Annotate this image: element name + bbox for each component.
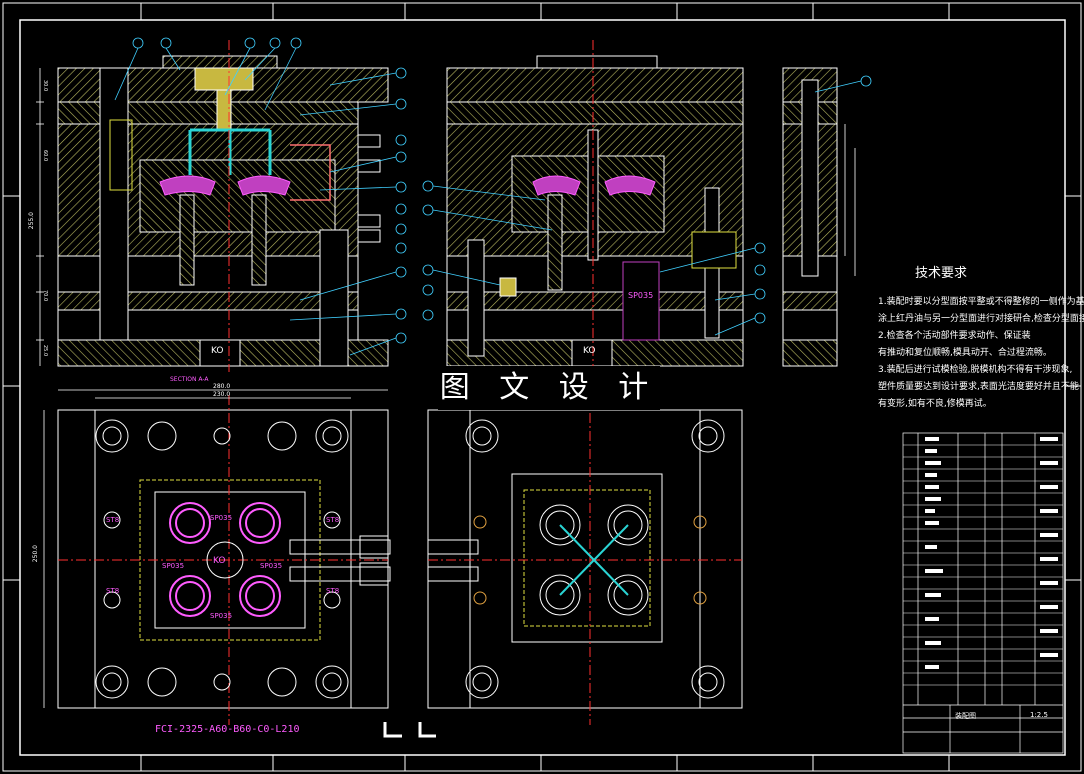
stack-dim-4: 25.0 (42, 345, 48, 357)
watermark: 图 文 设 计 (438, 366, 660, 410)
dim-top-width-1: 280.0 (213, 383, 231, 390)
stack-dim-3: 70.0 (42, 290, 48, 302)
sp-label-plan-2: SP035 (162, 562, 185, 570)
st-label-3: ST8 (106, 587, 120, 595)
st-label-2: ST8 (326, 516, 340, 524)
ko-label-plan: KO (213, 556, 226, 566)
sp-label-plan-3: SP035 (260, 562, 283, 570)
stack-dim-1: 30.0 (42, 80, 48, 92)
tech-line-5: 3.装配后进行试模检验,脱模机构不得有干涉现象, (878, 365, 1073, 375)
dim-left-height: 250.0 (32, 545, 39, 563)
front-section-view (36, 40, 389, 372)
sp-label-side: SP035 (628, 291, 654, 300)
side-section-view (446, 40, 744, 372)
tech-line-4: 有推动和复位顺畅,模具动开、合过程流畅。 (878, 348, 1052, 358)
sp-label-plan-4: SP035 (210, 612, 233, 620)
mold-base-code: FCI-2325-A60-B60-C0-L210 (155, 724, 300, 735)
st-label-1: ST8 (106, 516, 120, 524)
title-block-drawing-title: 装配图 (955, 712, 976, 720)
ko-label-side: KO (583, 346, 596, 356)
dim-side-height: 255.0 (28, 212, 35, 230)
tech-line-6: 塑件质量要达到设计要求,表面光洁度要好并且不能 (878, 382, 1079, 392)
st-label-4: ST8 (326, 587, 340, 595)
tech-line-7: 有变形,如有不良,修模再试。 (878, 399, 992, 409)
tech-line-1: 1.装配时要以分型面按平整或不得整修的一侧作为基准, (878, 297, 1084, 307)
right-section-view (782, 67, 856, 367)
section-label: SECTION A-A (170, 376, 209, 383)
stack-dim-2: 60.0 (42, 150, 48, 162)
sp-label-plan-1: SP035 (210, 514, 233, 522)
tech-line-2: 涂上红丹油与另一分型面进行对接研合,检查分型面接合情况。 (878, 314, 1084, 324)
title-block-scale: 1:2.5 (1030, 711, 1048, 719)
dim-top-width-2: 230.0 (213, 391, 231, 398)
section-arrows (383, 722, 436, 738)
parts-list-rows (903, 444, 1063, 686)
fixed-half-plan-view (427, 395, 743, 725)
tech-requirements-title: 技术要求 (915, 266, 968, 281)
tech-line-3: 2.检查各个活动部件要求动作、保证装 (878, 331, 1031, 341)
ko-label-front: KO (211, 346, 224, 356)
